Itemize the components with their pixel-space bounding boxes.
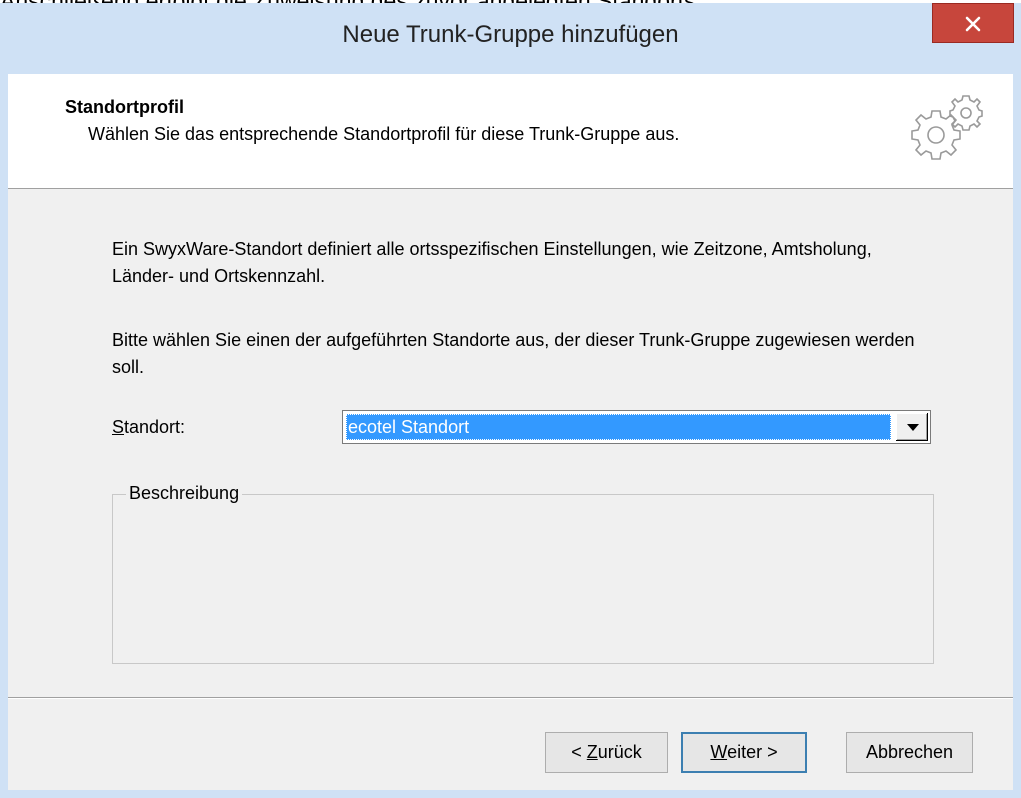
- cancel-button[interactable]: Abbrechen: [846, 732, 973, 773]
- description-groupbox: [112, 494, 934, 664]
- close-icon: [965, 16, 981, 32]
- window-title: Neue Trunk-Gruppe hinzufügen: [342, 21, 679, 48]
- standort-selected-value[interactable]: ecotel Standort: [346, 414, 891, 440]
- back-button-label: urück: [597, 742, 642, 762]
- dialog-client-area: Standortprofil Wählen Sie das entspreche…: [8, 74, 1013, 790]
- next-button-label: eiter >: [727, 742, 778, 762]
- standort-label: Standort:: [112, 417, 185, 438]
- next-button[interactable]: Weiter >: [681, 732, 807, 773]
- intro-paragraph: Ein SwyxWare-Standort definiert alle ort…: [112, 239, 872, 286]
- wizard-header: Standortprofil Wählen Sie das entspreche…: [8, 74, 1013, 189]
- standort-label-accesskey: S: [112, 417, 125, 437]
- back-button[interactable]: < Zurück: [545, 732, 668, 773]
- back-button-prefix: <: [571, 742, 587, 762]
- back-button-accesskey: Z: [586, 742, 598, 762]
- page-subtitle: Wählen Sie das entsprechende Standortpro…: [88, 124, 680, 144]
- wizard-window: Neue Trunk-Gruppe hinzufügen Standortpro…: [0, 3, 1021, 798]
- standort-dropdown[interactable]: ecotel Standort: [342, 410, 931, 444]
- next-button-accesskey: W: [710, 742, 728, 762]
- button-divider: [8, 697, 1013, 699]
- instruction-paragraph: Bitte wählen Sie einen der aufgeführten …: [112, 330, 915, 377]
- description-groupbox-label: Beschreibung: [126, 483, 243, 504]
- standort-label-text: tandort:: [124, 417, 186, 437]
- title-bar[interactable]: Neue Trunk-Gruppe hinzufügen: [0, 3, 1021, 75]
- page-title: Standortprofil: [65, 97, 184, 117]
- gears-icon: [911, 95, 983, 160]
- dropdown-arrow-button[interactable]: [895, 413, 928, 441]
- close-button[interactable]: [932, 3, 1014, 43]
- chevron-down-icon: [907, 424, 919, 431]
